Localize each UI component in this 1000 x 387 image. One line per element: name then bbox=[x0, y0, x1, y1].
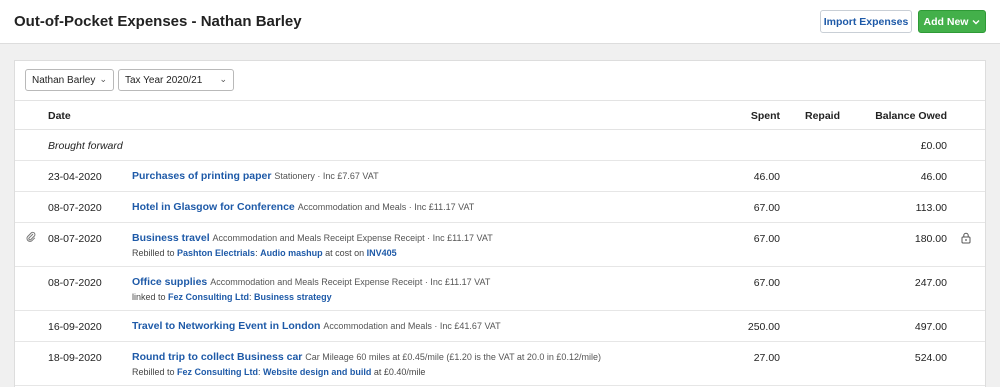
expense-meta: Accommodation and Meals Receipt Expense … bbox=[210, 277, 491, 287]
expense-meta: Car Mileage 60 miles at £0.45/mile (£1.2… bbox=[305, 352, 601, 362]
row-spent: 67.00 bbox=[753, 277, 780, 289]
expense-title-link[interactable]: Round trip to collect Business car bbox=[132, 351, 302, 363]
expense-meta: Accommodation and Meals Receipt Expense … bbox=[212, 233, 493, 243]
row-balance: 180.00 bbox=[914, 233, 947, 245]
row-balance: 247.00 bbox=[914, 277, 947, 289]
row-description: Round trip to collect Business car Car M… bbox=[132, 351, 601, 363]
expense-meta: Accommodation and Meals · Inc £41.67 VAT bbox=[323, 321, 501, 331]
row-balance: 113.00 bbox=[915, 202, 947, 214]
page-header: Out-of-Pocket Expenses - Nathan Barley I… bbox=[0, 0, 1000, 44]
row-balance: 497.00 bbox=[914, 321, 947, 333]
rebill-note: Rebilled to Pashton Electrials: Audio ma… bbox=[132, 248, 397, 258]
project-link[interactable]: Audio mashup bbox=[260, 248, 323, 258]
expense-meta: Stationery · Inc £7.67 VAT bbox=[274, 171, 379, 181]
column-balance: Balance Owed bbox=[875, 110, 947, 122]
row-description: Purchases of printing paper Stationery ·… bbox=[132, 170, 379, 182]
table-row[interactable]: 08-07-2020 Business travel Accommodation… bbox=[15, 223, 985, 267]
row-date: 08-07-2020 bbox=[48, 202, 102, 214]
linked-note: linked to Fez Consulting Ltd: Business s… bbox=[132, 292, 332, 302]
expense-title-link[interactable]: Purchases of printing paper bbox=[132, 170, 271, 182]
row-date: 18-09-2020 bbox=[48, 352, 102, 364]
row-date: 08-07-2020 bbox=[48, 277, 102, 289]
table-row[interactable]: 16-09-2020 Travel to Networking Event in… bbox=[15, 311, 985, 342]
row-description: Business travel Accommodation and Meals … bbox=[132, 232, 493, 244]
row-balance: 46.00 bbox=[920, 171, 947, 183]
person-select-value: Nathan Barley bbox=[32, 74, 96, 86]
table-row[interactable]: 23-04-2020 Purchases of printing paper S… bbox=[15, 161, 985, 192]
row-spent: 250.00 bbox=[747, 321, 780, 333]
row-date: 23-04-2020 bbox=[48, 171, 102, 183]
contact-link[interactable]: Fez Consulting Ltd bbox=[177, 367, 258, 377]
row-spent: 67.00 bbox=[753, 233, 780, 245]
expense-title-link[interactable]: Business travel bbox=[132, 232, 210, 244]
period-select-value: Tax Year 2020/21 bbox=[125, 74, 203, 86]
paperclip-icon[interactable] bbox=[25, 231, 37, 243]
expense-title-link[interactable]: Hotel in Glasgow for Conference bbox=[132, 201, 295, 213]
import-expenses-button[interactable]: Import Expenses bbox=[820, 10, 912, 33]
table-row[interactable]: 18-09-2020 Round trip to collect Busines… bbox=[15, 342, 985, 386]
chevron-down-icon: ⌄ bbox=[219, 74, 227, 84]
rebill-prefix: Rebilled to bbox=[132, 367, 178, 377]
table-row-brought-forward: Brought forward £0.00 bbox=[15, 130, 985, 161]
project-link[interactable]: Business strategy bbox=[254, 292, 332, 302]
row-description: Travel to Networking Event in London Acc… bbox=[132, 320, 501, 332]
contact-link[interactable]: Fez Consulting Ltd bbox=[168, 292, 249, 302]
table-row[interactable]: 08-07-2020 Office supplies Accommodation… bbox=[15, 267, 985, 311]
lock-icon bbox=[961, 232, 971, 244]
chevron-down-icon: ⌄ bbox=[99, 74, 107, 84]
page-title: Out-of-Pocket Expenses - Nathan Barley bbox=[14, 13, 302, 30]
row-spent: 67.00 bbox=[753, 202, 780, 214]
rebill-mid: at £0.40/mile bbox=[371, 367, 426, 377]
column-repaid: Repaid bbox=[804, 110, 840, 122]
invoice-link[interactable]: INV405 bbox=[367, 248, 397, 258]
row-date: 16-09-2020 bbox=[48, 321, 102, 333]
brought-forward-label: Brought forward bbox=[48, 140, 123, 152]
column-spent: Spent bbox=[750, 110, 780, 122]
row-description: Hotel in Glasgow for Conference Accommod… bbox=[132, 201, 474, 213]
rebill-prefix: Rebilled to bbox=[132, 248, 178, 258]
row-spent: 27.00 bbox=[753, 352, 780, 364]
expense-title-link[interactable]: Office supplies bbox=[132, 276, 207, 288]
add-new-button[interactable]: Add New bbox=[918, 10, 986, 33]
table-header: Date Spent Repaid Balance Owed bbox=[15, 100, 985, 130]
row-description: Office supplies Accommodation and Meals … bbox=[132, 276, 490, 288]
row-spent: 46.00 bbox=[753, 171, 780, 183]
add-new-label: Add New bbox=[923, 15, 969, 28]
expense-meta: Accommodation and Meals · Inc £11.17 VAT bbox=[297, 202, 475, 212]
rebill-mid: at cost on bbox=[322, 248, 367, 258]
table-row[interactable]: 08-07-2020 Hotel in Glasgow for Conferen… bbox=[15, 192, 985, 223]
brought-forward-balance: £0.00 bbox=[920, 140, 947, 152]
person-select[interactable]: Nathan Barley ⌄ bbox=[25, 69, 114, 91]
expense-title-link[interactable]: Travel to Networking Event in London bbox=[132, 320, 320, 332]
expenses-panel: Nathan Barley ⌄ Tax Year 2020/21 ⌄ Date … bbox=[14, 60, 986, 387]
row-balance: 524.00 bbox=[914, 352, 947, 364]
column-date: Date bbox=[48, 110, 71, 122]
linked-prefix: linked to bbox=[132, 292, 169, 302]
chevron-down-icon bbox=[972, 19, 980, 24]
contact-link[interactable]: Pashton Electrials bbox=[177, 248, 255, 258]
project-link[interactable]: Website design and build bbox=[263, 367, 371, 377]
row-date: 08-07-2020 bbox=[48, 233, 102, 245]
rebill-note: Rebilled to Fez Consulting Ltd: Website … bbox=[132, 367, 425, 377]
period-select[interactable]: Tax Year 2020/21 ⌄ bbox=[118, 69, 234, 91]
